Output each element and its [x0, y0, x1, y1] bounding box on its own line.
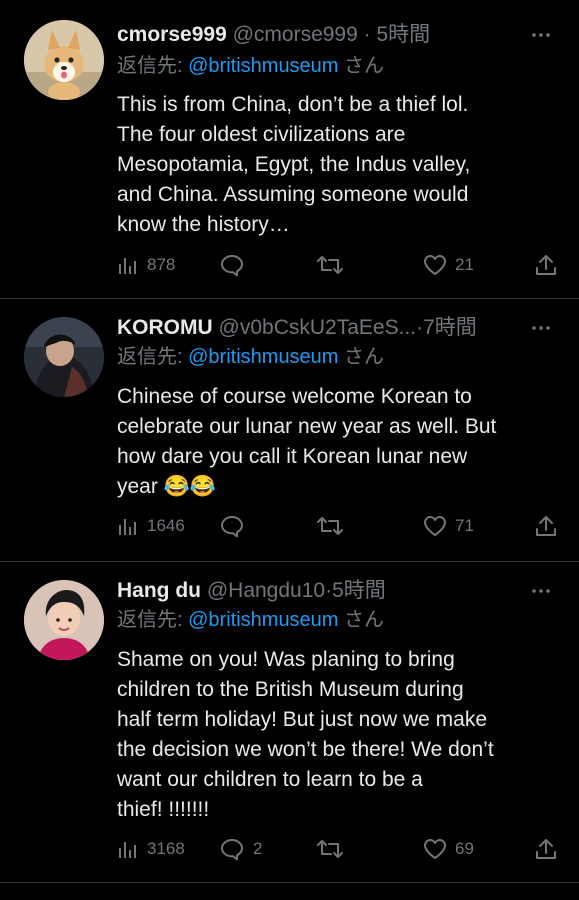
user-handle[interactable]: @v0bCskU2TaEeS... — [219, 316, 417, 339]
tweet-1[interactable]: cmorse999 @cmorse999 · 5時間 返信先: @british… — [0, 0, 579, 298]
reply-button[interactable]: 2 — [219, 834, 262, 864]
like-count: 71 — [455, 516, 474, 535]
tweet-text: Chinese of course welcome Korean to cele… — [117, 382, 559, 502]
separator: · — [363, 23, 371, 46]
like-button[interactable]: 21 — [423, 250, 474, 280]
views-button[interactable]: 878 — [117, 250, 175, 280]
divider — [0, 882, 579, 883]
reply-to-link[interactable]: @britishmuseum — [188, 609, 338, 631]
like-button[interactable]: 71 — [423, 511, 474, 541]
reply-icon — [221, 839, 243, 861]
reply-suffix: さん — [338, 55, 385, 77]
reply-suffix: さん — [338, 609, 385, 631]
share-icon — [536, 839, 556, 859]
retweet-button[interactable] — [317, 511, 351, 541]
more-options-icon[interactable] — [529, 316, 553, 340]
tweet-3[interactable]: Hang du @Hangdu10·5時間 返信先: @britishmuseu… — [0, 562, 579, 882]
reply-suffix: さん — [338, 346, 385, 368]
reply-to-link[interactable]: @britishmuseum — [188, 55, 338, 77]
views-button[interactable]: 1646 — [117, 511, 185, 541]
tweet-2[interactable]: KOROMU @v0bCskU2TaEeS...·7時間 返信先: @briti… — [0, 299, 579, 561]
heart-icon — [424, 516, 446, 536]
reply-icon — [221, 255, 243, 277]
action-bar: 878 21 — [117, 250, 562, 280]
reply-to-line: 返信先: @britishmuseum さん — [117, 52, 384, 80]
reply-label: 返信先: — [117, 609, 189, 631]
more-options-icon[interactable] — [529, 23, 553, 47]
user-handle[interactable]: @Hangdu10 — [207, 579, 325, 602]
more-options-icon[interactable] — [529, 579, 553, 603]
reply-label: 返信先: — [117, 55, 189, 77]
reply-icon — [221, 516, 243, 538]
views-icon — [119, 842, 136, 858]
timestamp[interactable]: 7時間 — [423, 316, 477, 339]
reply-button[interactable] — [219, 250, 253, 280]
reply-count: 2 — [253, 839, 263, 858]
tweet-header: Hang du @Hangdu10·5時間 — [117, 576, 509, 606]
display-name[interactable]: cmorse999 — [117, 23, 227, 46]
tweet-text: This is from China, don’t be a thief lol… — [117, 93, 471, 236]
reply-label: 返信先: — [117, 346, 189, 368]
retweet-button[interactable] — [317, 834, 351, 864]
retweet-button[interactable] — [317, 250, 351, 280]
views-icon — [119, 519, 136, 535]
display-name[interactable]: KOROMU — [117, 316, 213, 339]
anime-avatar-icon — [24, 317, 104, 397]
like-button[interactable]: 69 — [423, 834, 474, 864]
avatar[interactable] — [24, 580, 104, 660]
tweet-header: cmorse999 @cmorse999 · 5時間 — [117, 20, 509, 50]
display-name[interactable]: Hang du — [117, 579, 201, 602]
laughing-emoji: 😂😂 — [163, 475, 216, 498]
tweet-text: Shame on you! Was planing to bring child… — [117, 648, 494, 821]
user-handle[interactable]: @cmorse999 — [233, 23, 358, 46]
reply-to-link[interactable]: @britishmuseum — [188, 346, 338, 368]
tweet-header: KOROMU @v0bCskU2TaEeS...·7時間 — [117, 313, 509, 343]
timestamp[interactable]: 5時間 — [332, 579, 386, 602]
avatar[interactable] — [24, 317, 104, 397]
share-icon — [536, 255, 556, 275]
like-count: 69 — [455, 839, 474, 858]
reply-button[interactable] — [219, 511, 253, 541]
views-button[interactable]: 3168 — [117, 834, 185, 864]
timestamp[interactable]: 5時間 — [376, 23, 430, 46]
share-button[interactable] — [535, 511, 557, 541]
views-icon — [119, 258, 136, 274]
share-button[interactable] — [535, 834, 557, 864]
retweet-icon — [317, 256, 343, 274]
person-avatar-icon — [24, 580, 104, 660]
retweet-icon — [317, 840, 343, 858]
share-icon — [536, 516, 556, 536]
action-bar: 1646 71 — [117, 511, 562, 541]
views-count: 3168 — [147, 839, 185, 858]
corgi-dog-avatar-icon — [24, 20, 104, 100]
views-count: 878 — [147, 255, 176, 274]
avatar[interactable] — [24, 20, 104, 100]
views-count: 1646 — [147, 516, 185, 535]
reply-to-line: 返信先: @britishmuseum さん — [117, 343, 384, 371]
like-count: 21 — [455, 255, 474, 274]
retweet-icon — [317, 517, 343, 535]
share-button[interactable] — [535, 250, 557, 280]
reply-to-line: 返信先: @britishmuseum さん — [117, 606, 384, 634]
heart-icon — [424, 839, 446, 859]
action-bar: 3168 2 69 — [117, 834, 562, 864]
heart-icon — [424, 255, 446, 275]
